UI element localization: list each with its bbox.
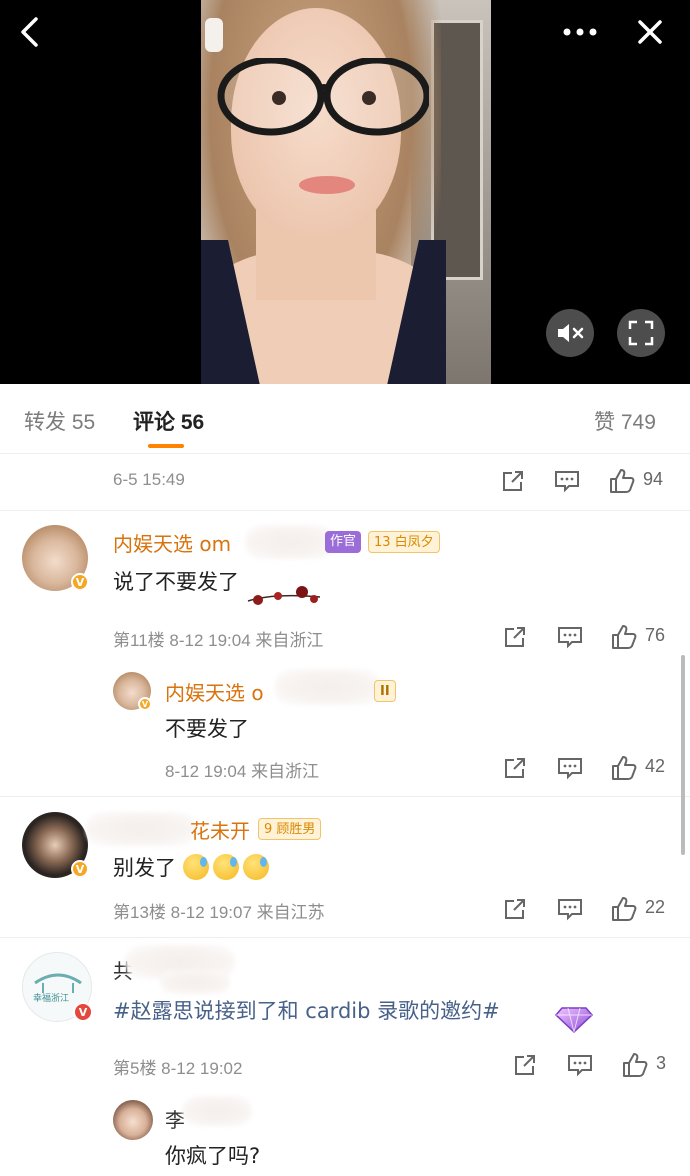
- fullscreen-icon: [628, 320, 654, 346]
- redacted-name: [182, 1096, 252, 1126]
- reply-button[interactable]: [552, 466, 582, 496]
- comment-meta-row: 第13楼 8-12 19:07 来自江苏 22: [0, 890, 690, 930]
- like-count: 22: [645, 897, 666, 917]
- share-icon: [505, 899, 525, 919]
- reply-time-location: 8-12 19:04 来自浙江: [165, 762, 320, 781]
- close-button[interactable]: [630, 12, 670, 52]
- share-icon: [515, 1055, 535, 1075]
- comment-text-content: 别发了: [113, 856, 176, 880]
- comment-icon: [558, 758, 582, 780]
- redacted-name: [245, 525, 335, 559]
- comment-username[interactable]: 花未开: [190, 815, 250, 844]
- chevron-left-icon: [21, 17, 38, 47]
- more-button[interactable]: [560, 12, 600, 52]
- fan-level-badge: II: [374, 680, 396, 702]
- like-count: 3: [656, 1053, 667, 1073]
- comment-floor-time: 第5楼 8-12 19:02: [113, 1059, 243, 1078]
- mute-button[interactable]: [546, 309, 594, 357]
- comment-time: 6-5 15:49: [113, 470, 185, 489]
- avatar-logo-text: 幸福浙江: [33, 994, 70, 1004]
- verified-badge-icon: V: [71, 860, 89, 878]
- back-button[interactable]: [10, 12, 50, 52]
- comment-floor-time-location: 第11楼 8-12 19:04 来自浙江: [113, 631, 324, 650]
- thumbs-up-icon: [612, 625, 637, 649]
- share-icon: [505, 627, 525, 647]
- diamond-gift-icon: [554, 1007, 594, 1034]
- repost-button[interactable]: [498, 466, 528, 496]
- video-frame: [201, 0, 491, 384]
- like-count: 76: [645, 625, 666, 645]
- thumbs-up-icon: [612, 897, 637, 921]
- comment-meta-row: 6-5 15:49 94: [0, 462, 690, 502]
- redacted-name: [275, 669, 380, 705]
- reply-button[interactable]: [555, 894, 585, 924]
- reply-avatar[interactable]: [113, 1100, 153, 1140]
- redacted-name: [160, 970, 230, 994]
- sweat-emoji-icon: [182, 854, 209, 880]
- scrollbar[interactable]: [681, 655, 685, 855]
- repost-button[interactable]: [500, 753, 530, 783]
- repost-button[interactable]: [500, 894, 530, 924]
- comment-username[interactable]: 内娱天选 om: [113, 528, 231, 557]
- close-icon: [638, 20, 662, 44]
- topic-link[interactable]: #赵露思说接到了和 cardib 录歌的邀约#: [113, 995, 500, 1025]
- comment-meta-row: 第11楼 8-12 19:04 来自浙江 76: [0, 618, 690, 658]
- muted-speaker-icon: [558, 324, 584, 342]
- sweat-emoji-icon: [212, 854, 239, 880]
- role-badge: 作官: [325, 531, 362, 553]
- reply-button[interactable]: [555, 622, 585, 652]
- share-icon: [505, 758, 525, 778]
- reply-text: 不要发了: [165, 717, 249, 741]
- like-button[interactable]: [609, 894, 639, 924]
- comment-text: 别发了: [113, 852, 273, 882]
- thumbs-up-icon: [623, 1053, 648, 1077]
- comment-meta-row: 第5楼 8-12 19:02 3: [0, 1046, 690, 1086]
- verified-badge-icon: V: [71, 573, 89, 591]
- tab-bar: 转发 55 评论 56 赞 749: [0, 384, 690, 454]
- rose-sticker-icon: [247, 586, 321, 605]
- comment-icon: [568, 1055, 592, 1077]
- verified-badge-icon: V: [73, 1002, 93, 1022]
- comment-floor-time-location: 第13楼 8-12 19:07 来自江苏: [113, 903, 325, 922]
- like-count: 94: [643, 469, 664, 489]
- thumbs-up-icon: [610, 469, 635, 493]
- like-button[interactable]: [620, 1050, 650, 1080]
- verified-badge-icon: V: [138, 697, 152, 711]
- tab-repost[interactable]: 转发 55: [24, 406, 95, 436]
- divider: [0, 510, 690, 511]
- fan-level-badge: 9 顾胜男: [258, 818, 322, 840]
- tab-comments[interactable]: 评论 56: [133, 406, 204, 436]
- divider: [0, 796, 690, 797]
- reply-text: 你疯了吗?: [165, 1144, 261, 1168]
- sweat-emoji-icon: [242, 854, 269, 880]
- like-button[interactable]: [609, 753, 639, 783]
- active-tab-indicator: [148, 444, 184, 448]
- redacted-name: [86, 812, 196, 846]
- video-player[interactable]: [0, 0, 690, 384]
- comment-icon: [558, 627, 582, 649]
- thumbs-up-icon: [612, 756, 637, 780]
- comment-icon: [555, 471, 579, 493]
- reply-button[interactable]: [565, 1050, 595, 1080]
- comment-text: 说了不要发了: [113, 570, 239, 594]
- like-button[interactable]: [607, 466, 637, 496]
- fullscreen-button[interactable]: [617, 309, 665, 357]
- like-count: 42: [645, 756, 666, 776]
- reply-username[interactable]: 内娱天选 o: [165, 677, 264, 706]
- reply-meta-row: 8-12 19:04 来自浙江 42: [0, 749, 690, 789]
- share-icon: [503, 471, 523, 491]
- tab-likes[interactable]: 赞 749: [594, 406, 656, 436]
- fan-level-badge: 13 白凤夕: [368, 531, 440, 553]
- more-dots-icon: [563, 28, 597, 36]
- divider: [0, 937, 690, 938]
- reply-button[interactable]: [555, 753, 585, 783]
- repost-button[interactable]: [510, 1050, 540, 1080]
- like-button[interactable]: [609, 622, 639, 652]
- comment-icon: [558, 899, 582, 921]
- repost-button[interactable]: [500, 622, 530, 652]
